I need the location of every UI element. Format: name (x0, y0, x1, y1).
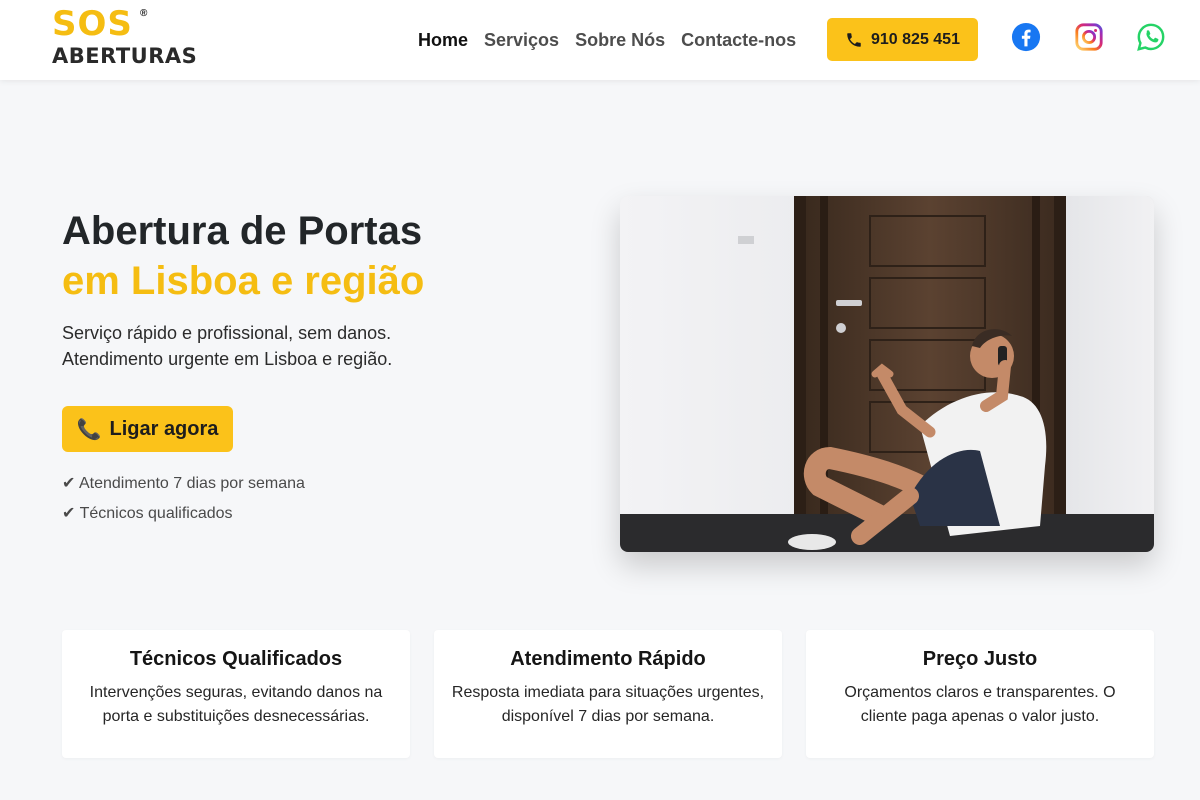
feature-card-tecnicos: Técnicos Qualificados Intervenções segur… (62, 630, 410, 758)
hero-title-highlight: em Lisboa e região (62, 259, 425, 303)
feature-card-text: Intervenções seguras, evitando danos na … (89, 684, 383, 725)
phone-icon (847, 32, 861, 47)
logo-registered-mark: ® (140, 8, 148, 19)
feature-card-text: Resposta imediata para situações urgente… (451, 684, 765, 725)
telephone-icon: 📞 (76, 418, 102, 441)
call-now-label: Ligar agora (109, 417, 219, 440)
instagram-icon[interactable] (1074, 22, 1104, 52)
hero-title: Abertura de Portas (62, 209, 423, 253)
header-phone-number: 910 825 451 (871, 30, 960, 48)
nav-item-home[interactable]: Home (418, 28, 468, 52)
feature-check-technicians: ✔ Técnicos qualificados (62, 505, 233, 522)
hero-image (620, 196, 1154, 552)
whatsapp-icon[interactable] (1136, 22, 1166, 52)
site-header: SOS ® ABERTURAS Home Serviços Sobre Nós … (0, 0, 1200, 80)
feature-card-title: Preço Justo (922, 648, 1038, 670)
hero-description-line-2: Atendimento urgente em Lisboa e região. (62, 349, 393, 369)
man-locked-out-illustration (620, 196, 1154, 552)
logo-top-text: SOS (52, 4, 133, 44)
hero-description: Serviço rápido e profissional, sem danos… (62, 320, 392, 372)
feature-check-availability: ✔ Atendimento 7 dias por semana (62, 475, 305, 492)
logo[interactable]: SOS ® ABERTURAS (52, 6, 198, 72)
header-phone-button[interactable]: 910 825 451 (827, 18, 978, 61)
logo-bottom-text: ABERTURAS (52, 44, 198, 68)
call-now-button[interactable]: 📞 Ligar agora (62, 406, 233, 452)
nav-item-contacte-nos[interactable]: Contacte-nos (681, 28, 796, 52)
main-nav: Home Serviços Sobre Nós Contacte-nos (418, 28, 812, 52)
nav-item-sobre-nos[interactable]: Sobre Nós (575, 28, 665, 52)
feature-card-preco: Preço Justo Orçamentos claros e transpar… (806, 630, 1154, 758)
feature-card-title: Atendimento Rápido (510, 648, 706, 670)
feature-card-text: Orçamentos claros e transparentes. O cli… (844, 684, 1116, 725)
nav-item-servicos[interactable]: Serviços (484, 28, 559, 52)
facebook-icon[interactable] (1011, 22, 1041, 52)
feature-card-atendimento: Atendimento Rápido Resposta imediata par… (434, 630, 782, 758)
feature-card-title: Técnicos Qualificados (129, 648, 343, 670)
hero-description-line-1: Serviço rápido e profissional, sem danos… (62, 323, 392, 343)
